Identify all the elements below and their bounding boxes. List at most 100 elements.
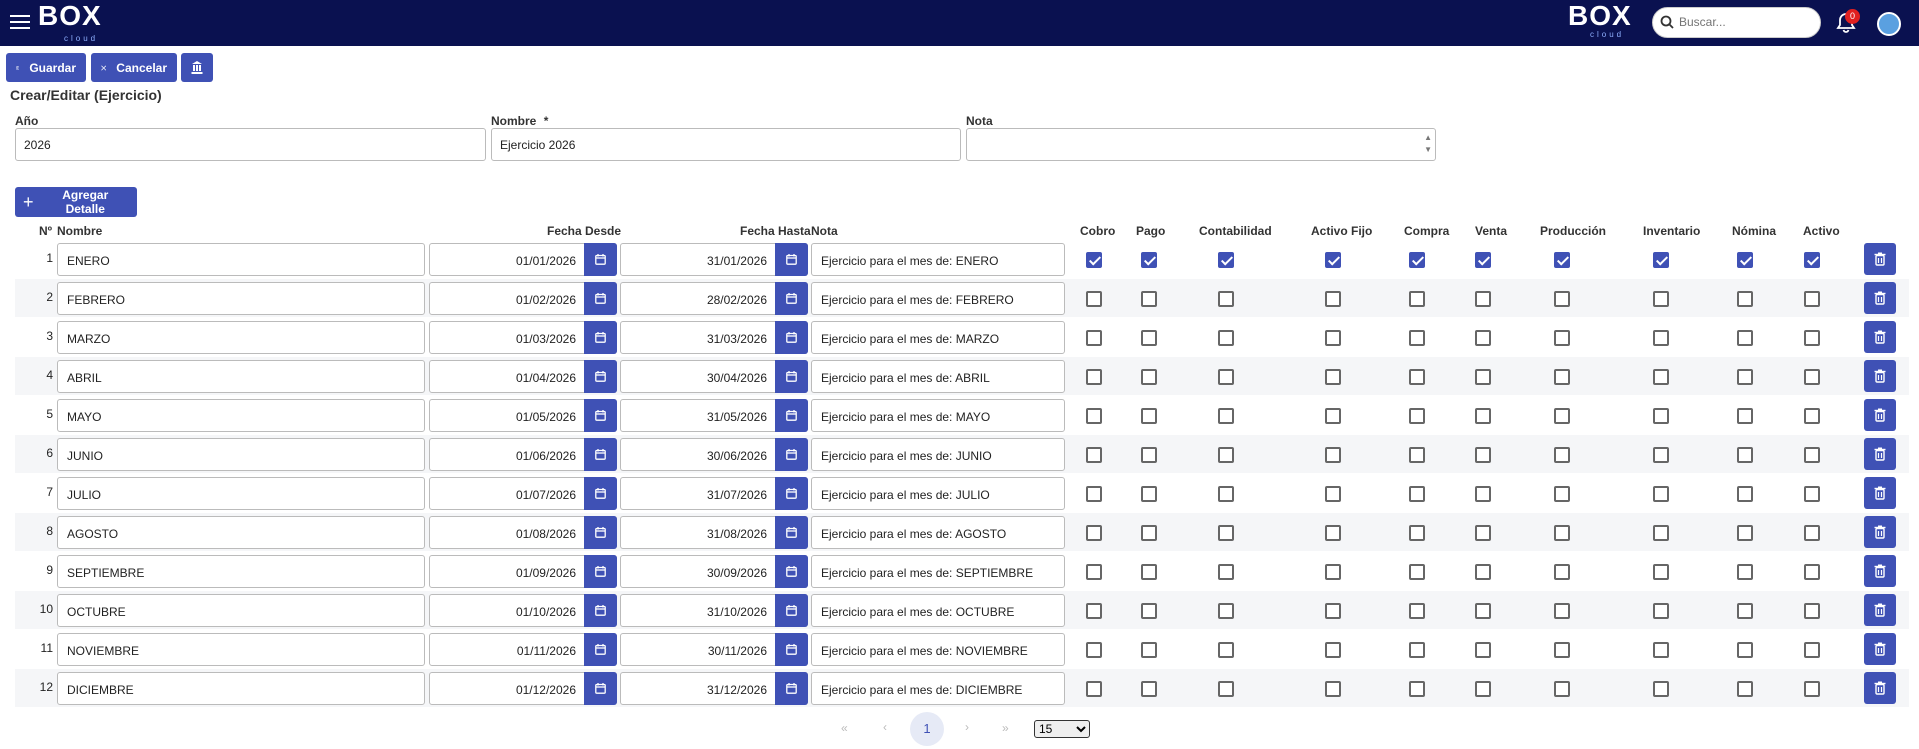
cancel-button[interactable]: Cancelar <box>91 53 177 82</box>
delete-row-button[interactable] <box>1864 555 1896 587</box>
note-input[interactable]: Ejercicio para el mes de: NOVIEMBRE <box>811 633 1065 666</box>
row-checkbox[interactable] <box>1409 291 1425 307</box>
row-checkbox[interactable] <box>1737 525 1753 541</box>
row-checkbox[interactable] <box>1554 642 1570 658</box>
row-checkbox[interactable] <box>1554 369 1570 385</box>
row-checkbox[interactable] <box>1737 681 1753 697</box>
month-name-input[interactable]: JUNIO <box>57 438 425 471</box>
row-checkbox[interactable] <box>1653 369 1669 385</box>
row-checkbox[interactable] <box>1325 525 1341 541</box>
row-checkbox[interactable] <box>1218 408 1234 424</box>
date-to-calendar-button[interactable] <box>775 594 808 627</box>
row-checkbox[interactable] <box>1737 603 1753 619</box>
page-size-select[interactable]: 15 <box>1034 720 1090 738</box>
row-checkbox[interactable] <box>1554 525 1570 541</box>
row-checkbox[interactable] <box>1653 252 1669 268</box>
menu-icon[interactable] <box>10 15 30 31</box>
delete-row-button[interactable] <box>1864 243 1896 275</box>
month-name-input[interactable]: DICIEMBRE <box>57 672 425 705</box>
logo-left[interactable]: BOX cloud <box>38 0 102 43</box>
row-checkbox[interactable] <box>1086 291 1102 307</box>
date-from-calendar-button[interactable] <box>584 477 617 510</box>
date-to-calendar-button[interactable] <box>775 243 808 276</box>
row-checkbox[interactable] <box>1554 291 1570 307</box>
row-checkbox[interactable] <box>1325 408 1341 424</box>
row-checkbox[interactable] <box>1325 291 1341 307</box>
row-checkbox[interactable] <box>1141 369 1157 385</box>
row-checkbox[interactable] <box>1475 408 1491 424</box>
row-checkbox[interactable] <box>1218 486 1234 502</box>
delete-row-button[interactable] <box>1864 321 1896 353</box>
row-checkbox[interactable] <box>1218 252 1234 268</box>
year-field[interactable]: 2026 <box>15 128 486 161</box>
month-name-input[interactable]: OCTUBRE <box>57 594 425 627</box>
row-checkbox[interactable] <box>1218 603 1234 619</box>
row-checkbox[interactable] <box>1653 330 1669 346</box>
date-from-calendar-button[interactable] <box>584 282 617 315</box>
note-input[interactable]: Ejercicio para el mes de: JULIO <box>811 477 1065 510</box>
name-field[interactable]: Ejercicio 2026 <box>491 128 961 161</box>
note-input[interactable]: Ejercicio para el mes de: ABRIL <box>811 360 1065 393</box>
row-checkbox[interactable] <box>1554 447 1570 463</box>
add-detail-button[interactable]: + Agregar Detalle <box>15 187 137 217</box>
row-checkbox[interactable] <box>1475 330 1491 346</box>
row-checkbox[interactable] <box>1409 330 1425 346</box>
date-to-calendar-button[interactable] <box>775 516 808 549</box>
search-box[interactable] <box>1652 7 1821 38</box>
resize-handle[interactable]: ▲ ▼ <box>1424 132 1432 156</box>
row-checkbox[interactable] <box>1475 291 1491 307</box>
last-page-button[interactable]: » <box>1002 721 1009 735</box>
row-checkbox[interactable] <box>1141 330 1157 346</box>
row-checkbox[interactable] <box>1141 681 1157 697</box>
row-checkbox[interactable] <box>1086 447 1102 463</box>
delete-row-button[interactable] <box>1864 399 1896 431</box>
row-checkbox[interactable] <box>1218 564 1234 580</box>
row-checkbox[interactable] <box>1737 447 1753 463</box>
date-to-calendar-button[interactable] <box>775 438 808 471</box>
row-checkbox[interactable] <box>1325 447 1341 463</box>
row-checkbox[interactable] <box>1409 564 1425 580</box>
note-input[interactable]: Ejercicio para el mes de: SEPTIEMBRE <box>811 555 1065 588</box>
delete-row-button[interactable] <box>1864 633 1896 665</box>
row-checkbox[interactable] <box>1141 447 1157 463</box>
delete-row-button[interactable] <box>1864 282 1896 314</box>
row-checkbox[interactable] <box>1804 642 1820 658</box>
row-checkbox[interactable] <box>1086 603 1102 619</box>
row-checkbox[interactable] <box>1086 486 1102 502</box>
row-checkbox[interactable] <box>1218 447 1234 463</box>
note-input[interactable]: Ejercicio para el mes de: JUNIO <box>811 438 1065 471</box>
row-checkbox[interactable] <box>1409 447 1425 463</box>
row-checkbox[interactable] <box>1086 369 1102 385</box>
row-checkbox[interactable] <box>1554 681 1570 697</box>
row-checkbox[interactable] <box>1737 291 1753 307</box>
row-checkbox[interactable] <box>1804 291 1820 307</box>
row-checkbox[interactable] <box>1325 369 1341 385</box>
month-name-input[interactable]: FEBRERO <box>57 282 425 315</box>
row-checkbox[interactable] <box>1804 408 1820 424</box>
row-checkbox[interactable] <box>1475 681 1491 697</box>
prev-page-button[interactable]: ‹ <box>883 720 887 734</box>
delete-row-button[interactable] <box>1864 360 1896 392</box>
row-checkbox[interactable] <box>1653 564 1669 580</box>
row-checkbox[interactable] <box>1409 408 1425 424</box>
row-checkbox[interactable] <box>1325 330 1341 346</box>
audit-button[interactable] <box>181 53 213 82</box>
note-field[interactable]: ▲ ▼ <box>966 128 1436 161</box>
date-from-calendar-button[interactable] <box>584 672 617 705</box>
month-name-input[interactable]: AGOSTO <box>57 516 425 549</box>
row-checkbox[interactable] <box>1653 486 1669 502</box>
row-checkbox[interactable] <box>1475 603 1491 619</box>
row-checkbox[interactable] <box>1475 369 1491 385</box>
row-checkbox[interactable] <box>1141 603 1157 619</box>
row-checkbox[interactable] <box>1086 525 1102 541</box>
delete-row-button[interactable] <box>1864 438 1896 470</box>
row-checkbox[interactable] <box>1086 252 1102 268</box>
date-from-calendar-button[interactable] <box>584 555 617 588</box>
row-checkbox[interactable] <box>1325 642 1341 658</box>
row-checkbox[interactable] <box>1141 525 1157 541</box>
date-to-calendar-button[interactable] <box>775 477 808 510</box>
row-checkbox[interactable] <box>1475 252 1491 268</box>
date-to-calendar-button[interactable] <box>775 282 808 315</box>
row-checkbox[interactable] <box>1475 486 1491 502</box>
row-checkbox[interactable] <box>1554 603 1570 619</box>
